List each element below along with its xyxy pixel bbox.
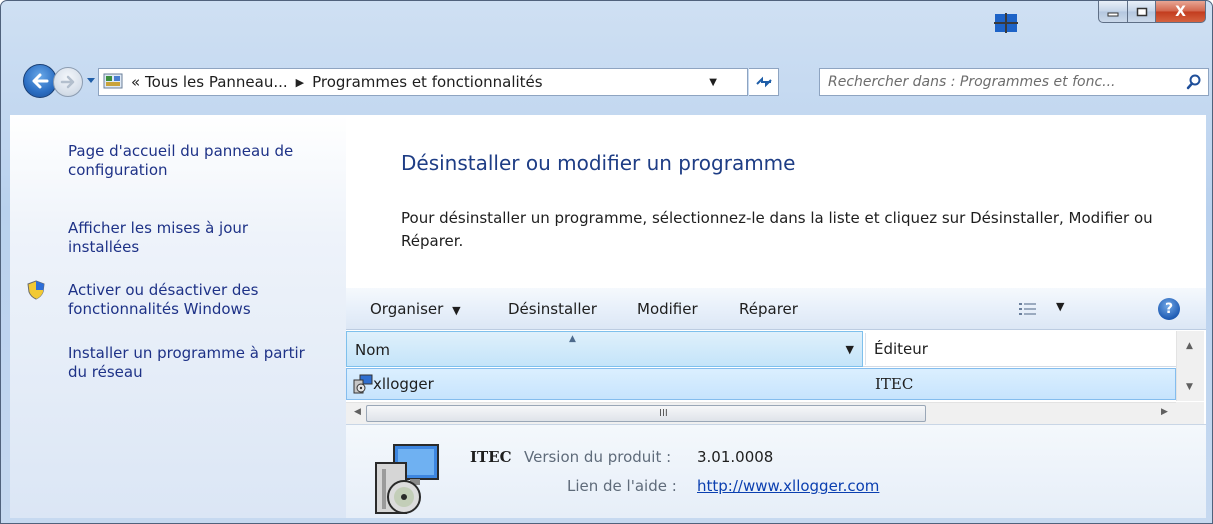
minimize-button[interactable] [1098, 1, 1128, 23]
refresh-icon [755, 76, 772, 88]
scroll-right-icon[interactable]: ▶ [1161, 407, 1168, 417]
history-dropdown-icon[interactable] [86, 75, 96, 85]
table-row[interactable]: xllogger ITEC [346, 368, 1176, 400]
task-windows-features[interactable]: Activer ou désactiver des fonctionnalité… [68, 281, 338, 319]
left-task-pane: Page d'accueil du panneau de configurati… [10, 115, 346, 518]
breadcrumb-separator-icon[interactable]: ▶ [296, 76, 304, 89]
close-icon: X [1175, 3, 1186, 20]
scroll-up-icon[interactable]: ▲ [1186, 341, 1193, 351]
vertical-scrollbar[interactable]: ▲ ▼ [1176, 331, 1204, 401]
horizontal-scrollbar[interactable]: ◀ III ▶ [346, 402, 1176, 424]
list-header: ▲ Nom ▼ Éditeur [346, 331, 1176, 367]
installer-package-icon [375, 444, 439, 514]
control-panel-icon [103, 73, 123, 89]
back-button[interactable] [23, 64, 57, 98]
repair-button[interactable]: Réparer [739, 300, 798, 318]
column-header-publisher[interactable]: Éditeur [874, 340, 928, 358]
search-icon[interactable] [1186, 74, 1202, 90]
task-control-panel-home[interactable]: Page d'accueil du panneau de configurati… [68, 142, 338, 180]
main-content: Désinstaller ou modifier un programme Po… [346, 115, 1206, 518]
task-label-line2: fonctionnalités Windows [68, 300, 251, 318]
address-bar[interactable]: « Tous les Panneau... ▶ Programmes et fo… [98, 68, 748, 96]
task-label-line1: Afficher les mises à jour [68, 219, 249, 237]
help-icon[interactable]: ? [1158, 298, 1180, 320]
taskbar-grid-icon [994, 13, 1018, 33]
search-placeholder: Rechercher dans : Programmes et fonc... [828, 74, 1116, 90]
maximize-icon [1136, 7, 1147, 16]
address-dropdown-icon[interactable]: ▼ [709, 77, 717, 88]
view-dropdown-icon[interactable]: ▼ [1056, 300, 1064, 313]
task-label-line2: installées [68, 238, 140, 256]
column-filter-dropdown-icon[interactable]: ▼ [846, 343, 854, 356]
minimize-icon [1107, 12, 1119, 16]
horizontal-scroll-thumb[interactable]: III [366, 405, 926, 422]
breadcrumb-all-panels[interactable]: Tous les Panneau... [145, 73, 288, 91]
scroll-corner [1176, 402, 1204, 424]
page-description: Pour désinstaller un programme, sélectio… [401, 209, 1153, 250]
close-button[interactable]: X [1156, 1, 1206, 23]
scroll-left-icon[interactable]: ◀ [354, 407, 361, 417]
command-bar: Organiser ▼ Désinstaller Modifier Répare… [346, 288, 1206, 330]
breadcrumb-prefix[interactable]: « [131, 73, 140, 91]
refresh-button[interactable] [749, 68, 779, 96]
view-details-icon[interactable] [1018, 301, 1038, 317]
version-label: Version du produit : [524, 448, 672, 466]
uac-shield-icon [27, 280, 45, 300]
task-label-line1: Installer un programme à partir [68, 344, 305, 362]
organize-button[interactable]: Organiser ▼ [370, 300, 461, 318]
details-pane: ITEC Version du produit : 3.01.0008 Lien… [346, 424, 1206, 518]
help-link[interactable]: http://www.xllogger.com [697, 477, 879, 495]
column-header-name[interactable]: ▲ Nom ▼ [346, 331, 863, 367]
maximize-button[interactable] [1128, 1, 1156, 23]
task-label-line2: du réseau [68, 363, 143, 381]
forward-button[interactable] [53, 67, 83, 97]
task-install-from-network[interactable]: Installer un programme à partir du résea… [68, 344, 338, 382]
modify-button[interactable]: Modifier [637, 300, 698, 318]
task-label-line1: Page d'accueil du panneau de [68, 142, 294, 160]
search-input[interactable]: Rechercher dans : Programmes et fonc... [819, 68, 1209, 96]
task-label-line1: Activer ou désactiver des [68, 281, 259, 299]
installer-program-icon [353, 374, 373, 394]
page-title: Désinstaller ou modifier un programme [401, 151, 796, 175]
task-label-line2: configuration [68, 161, 168, 179]
column-name-label: Nom [355, 341, 391, 359]
program-publisher: ITEC [875, 375, 914, 393]
help-glyph: ? [1164, 301, 1174, 317]
caption-buttons: X [1098, 1, 1206, 35]
sort-ascending-icon: ▲ [569, 334, 576, 344]
details-publisher: ITEC [470, 448, 512, 466]
program-name: xllogger [373, 375, 434, 393]
version-value: 3.01.0008 [697, 448, 774, 466]
column-divider[interactable] [865, 333, 866, 365]
uninstall-button[interactable]: Désinstaller [508, 300, 597, 318]
task-view-updates[interactable]: Afficher les mises à jour installées [68, 219, 338, 257]
help-link-label: Lien de l'aide : [567, 477, 677, 495]
navigation-bar: « Tous les Panneau... ▶ Programmes et fo… [9, 64, 1209, 100]
arrow-left-icon [32, 73, 49, 89]
arrow-right-icon [60, 75, 75, 89]
scroll-down-icon[interactable]: ▼ [1186, 382, 1193, 392]
window: X « Tous les Panneau... ▶ Programmes et … [0, 0, 1213, 524]
chevron-down-icon: ▼ [452, 304, 461, 317]
organize-label: Organiser [370, 300, 444, 318]
breadcrumb-programs[interactable]: Programmes et fonctionnalités [312, 73, 543, 91]
scroll-grip: III [659, 408, 668, 419]
